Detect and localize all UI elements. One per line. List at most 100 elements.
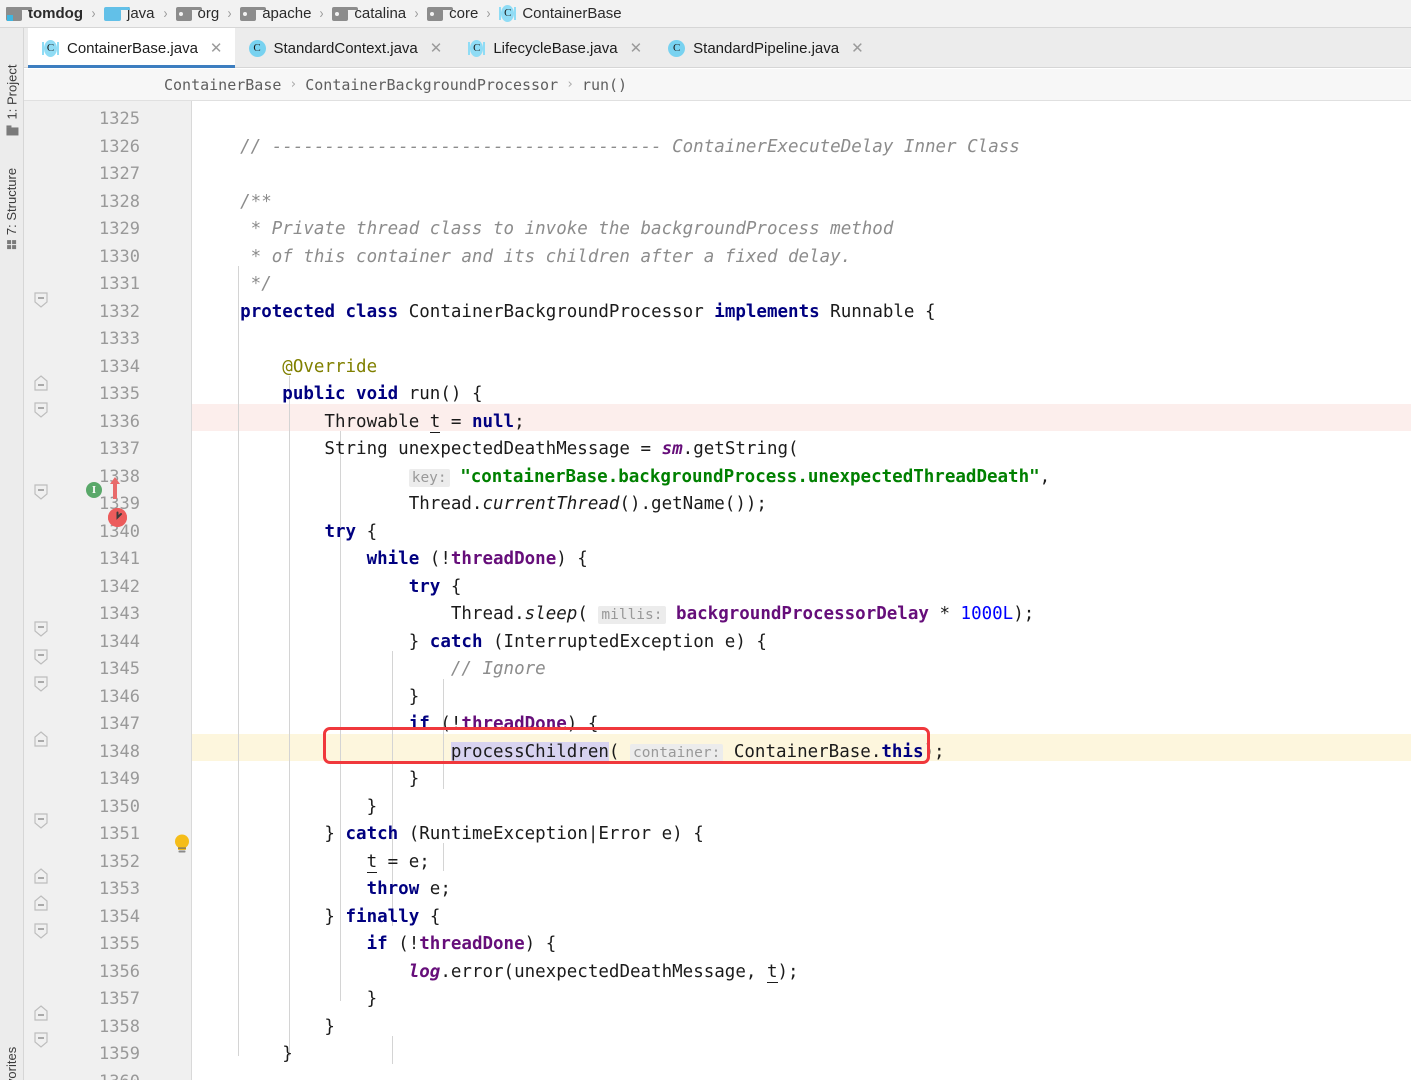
implementing-method-icon[interactable]: I xyxy=(86,482,102,498)
code-line[interactable]: // -------------------------------------… xyxy=(192,134,1020,162)
java-class-icon: C xyxy=(248,39,266,57)
override-arrow-icon[interactable] xyxy=(108,475,122,504)
line-number: 1330 xyxy=(99,246,140,267)
line-number: 1337 xyxy=(99,439,140,459)
code-line[interactable]: @Override xyxy=(192,354,377,382)
code-line[interactable]: public void run() { xyxy=(192,381,482,409)
fold-marker[interactable] xyxy=(33,923,49,939)
code-line[interactable]: try { xyxy=(192,519,377,547)
breadcrumb-label: ContainerBase xyxy=(522,5,622,22)
tool-window-button-project[interactable]: 1: Project xyxy=(0,56,24,144)
line-number: 1354 xyxy=(99,906,140,927)
fold-marker[interactable] xyxy=(33,676,49,692)
line-number: 1344 xyxy=(99,631,140,652)
fold-marker[interactable] xyxy=(33,868,49,884)
code-line[interactable]: } xyxy=(192,986,378,1014)
fold-marker[interactable] xyxy=(33,813,49,829)
code-line[interactable] xyxy=(192,326,198,354)
code-line[interactable]: // Ignore xyxy=(192,656,546,684)
editor-code-area[interactable]: // -------------------------------------… xyxy=(192,101,1411,1080)
code-line[interactable]: Thread.currentThread().getName()); xyxy=(192,491,767,519)
tab-StandardPipeline-java[interactable]: C StandardPipeline.java ✕ xyxy=(654,28,876,68)
code-line[interactable]: } finally { xyxy=(192,904,440,932)
fold-marker[interactable] xyxy=(33,402,49,418)
breadcrumb-member-class[interactable]: ContainerBase xyxy=(164,76,281,94)
line-number: 1358 xyxy=(99,1016,140,1037)
close-icon[interactable]: ✕ xyxy=(630,41,643,56)
fold-marker[interactable] xyxy=(33,375,49,391)
code-line[interactable]: * of this container and its children aft… xyxy=(192,244,852,272)
code-editor[interactable]: 1325 1326 1327 1328 1329 1330 1331 1332 1333 1334… xyxy=(24,101,1411,1080)
code-line[interactable]: if (!threadDone) { xyxy=(192,711,599,739)
code-line[interactable]: throw e; xyxy=(192,876,451,904)
code-line[interactable]: * Private thread class to invoke the bac… xyxy=(192,216,894,244)
code-line[interactable]: } catch (RuntimeException|Error e) { xyxy=(192,821,703,849)
breadcrumb-item-core[interactable]: core xyxy=(427,0,478,28)
code-line[interactable]: Throwable t = null; xyxy=(192,409,525,437)
tool-window-strip-left: 1: Project 7: Structure Favorites xyxy=(0,28,24,1080)
fold-marker[interactable] xyxy=(33,731,49,747)
tab-LifecycleBase-java[interactable]: C LifecycleBase.java ✕ xyxy=(454,28,654,68)
line-number: 1348 xyxy=(99,741,140,762)
line-number: 1329 xyxy=(99,219,140,239)
code-line[interactable]: */ xyxy=(192,271,272,299)
fold-marker[interactable] xyxy=(33,621,49,637)
code-line[interactable] xyxy=(192,161,198,189)
close-icon[interactable]: ✕ xyxy=(851,41,864,56)
line-number: 1350 xyxy=(99,796,140,817)
close-icon[interactable]: ✕ xyxy=(430,41,443,56)
code-line[interactable]: } xyxy=(192,684,420,712)
breadcrumb-separator: › xyxy=(227,5,232,22)
breadcrumb-separator: › xyxy=(91,5,96,22)
breadcrumb-item-catalina[interactable]: catalina xyxy=(332,0,406,28)
code-line[interactable]: Thread.sleep( millis: backgroundProcesso… xyxy=(192,601,1034,629)
code-line[interactable]: t = e; xyxy=(192,849,430,877)
fold-marker[interactable] xyxy=(33,1005,49,1021)
code-line[interactable]: } catch (InterruptedException e) { xyxy=(192,629,767,657)
tab-label: StandardContext.java xyxy=(273,39,418,57)
code-line[interactable]: log.error(unexpectedDeathMessage, t); xyxy=(192,959,799,987)
fold-marker[interactable] xyxy=(33,1032,49,1048)
breadcrumb-item-org[interactable]: org xyxy=(175,0,219,28)
tool-window-button-favorites[interactable]: Favorites xyxy=(0,1028,24,1080)
tab-StandardContext-java[interactable]: C StandardContext.java ✕ xyxy=(235,28,455,68)
breadcrumb-item-java[interactable]: java xyxy=(103,0,155,28)
breadcrumb-separator: › xyxy=(414,5,419,22)
intention-bulb-icon[interactable] xyxy=(172,833,192,860)
code-line[interactable] xyxy=(192,1069,198,1080)
code-line[interactable]: while (!threadDone) { xyxy=(192,546,588,574)
fold-marker[interactable] xyxy=(33,292,49,308)
fold-marker[interactable] xyxy=(33,895,49,911)
code-line[interactable]: protected class ContainerBackgroundProce… xyxy=(192,299,935,327)
breakpoint-icon[interactable] xyxy=(108,508,127,527)
breadcrumb-item-module[interactable]: tomdog xyxy=(6,0,83,28)
breadcrumb-label: core xyxy=(449,5,479,22)
code-line[interactable]: try { xyxy=(192,574,462,602)
code-line[interactable] xyxy=(192,106,198,134)
tool-window-button-structure[interactable]: 7: Structure xyxy=(0,148,24,268)
line-number: 1351 xyxy=(99,824,140,844)
breadcrumb-member-inner-class[interactable]: ContainerBackgroundProcessor xyxy=(305,76,558,94)
fold-marker[interactable] xyxy=(33,484,49,500)
line-number: 1352 xyxy=(99,851,140,872)
tab-label: StandardPipeline.java xyxy=(693,39,840,57)
breadcrumb-member-method[interactable]: run() xyxy=(582,76,627,94)
breadcrumb-item-class[interactable]: C ContainerBase xyxy=(499,0,622,28)
fold-marker[interactable] xyxy=(33,649,49,665)
line-number: 1328 xyxy=(99,191,140,212)
breadcrumb-item-apache[interactable]: apache xyxy=(240,0,311,28)
code-line[interactable]: if (!threadDone) { xyxy=(192,931,557,959)
java-class-icon: C xyxy=(468,39,486,57)
code-line[interactable]: } xyxy=(192,766,420,794)
code-line[interactable]: /** xyxy=(192,189,272,217)
tab-ContainerBase-java[interactable]: C ContainerBase.java ✕ xyxy=(28,28,235,68)
code-line[interactable]: } xyxy=(192,794,378,822)
code-line[interactable]: processChildren( container: ContainerBas… xyxy=(192,739,945,767)
code-line[interactable]: } xyxy=(192,1014,335,1042)
code-line[interactable]: key: "containerBase.backgroundProcess.un… xyxy=(192,464,1050,492)
editor-fold-strip[interactable] xyxy=(158,101,192,1080)
code-line[interactable]: } xyxy=(192,1041,293,1069)
tab-label: LifecycleBase.java xyxy=(493,39,618,57)
close-icon[interactable]: ✕ xyxy=(210,41,223,56)
code-line[interactable]: String unexpectedDeathMessage = sm.getSt… xyxy=(192,436,798,464)
